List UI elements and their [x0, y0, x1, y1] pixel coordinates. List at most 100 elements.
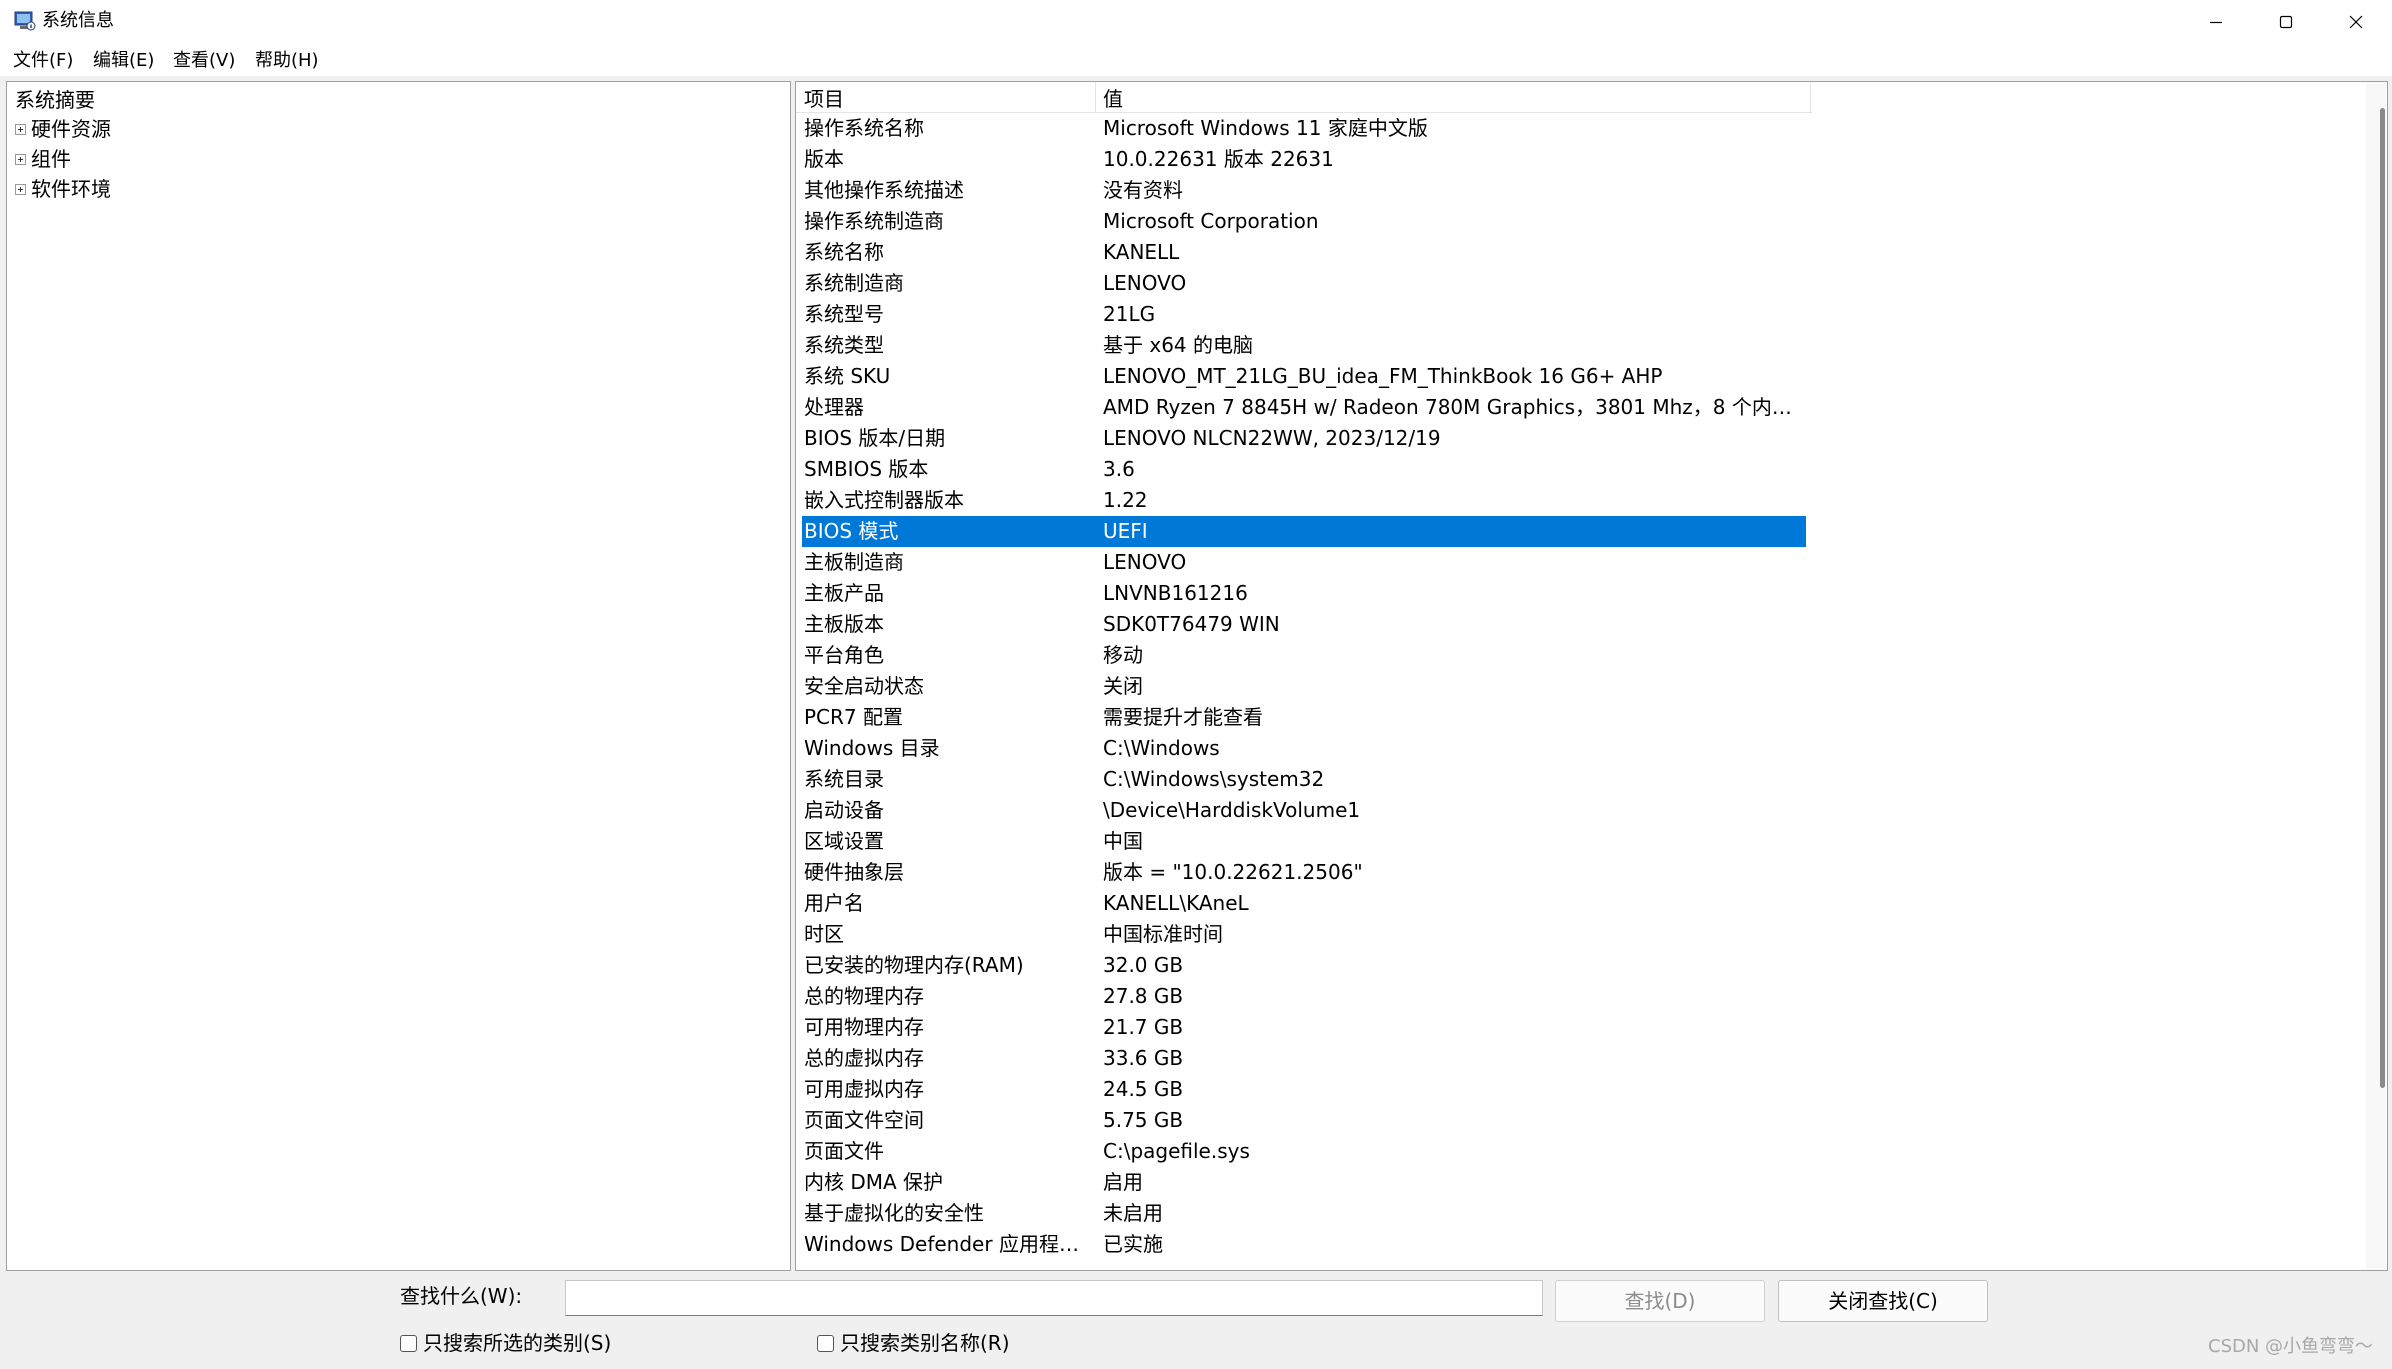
- row-value: KANELL: [1103, 240, 1180, 264]
- table-row[interactable]: 硬件抽象层 版本 = "10.0.22621.2506": [796, 857, 1812, 888]
- minimize-icon: [2210, 21, 2222, 24]
- row-item: 系统类型: [804, 333, 884, 357]
- close-button[interactable]: [2320, 0, 2392, 44]
- search-category-names-option[interactable]: 只搜索类别名称(R): [817, 1330, 1010, 1356]
- table-row[interactable]: 安全启动状态 关闭: [796, 671, 1812, 702]
- table-row[interactable]: 主板产品 LNVNB161216: [796, 578, 1812, 609]
- row-item: Windows Defender 应用程序...: [804, 1232, 1092, 1256]
- table-row[interactable]: 操作系统名称 Microsoft Windows 11 家庭中文版: [796, 113, 1812, 144]
- row-value: 版本 = "10.0.22621.2506": [1103, 860, 1363, 884]
- table-row[interactable]: 总的虚拟内存 33.6 GB: [796, 1043, 1812, 1074]
- row-item: 硬件抽象层: [804, 860, 904, 884]
- table-row[interactable]: 操作系统制造商 Microsoft Corporation: [796, 206, 1812, 237]
- table-row[interactable]: Windows Defender 应用程序... 已实施: [796, 1229, 1812, 1260]
- row-item: 其他操作系统描述: [804, 178, 964, 202]
- expand-plus-icon[interactable]: [15, 123, 26, 135]
- minimize-button[interactable]: [2180, 0, 2252, 44]
- table-row[interactable]: 处理器 AMD Ryzen 7 8845H w/ Radeon 780M Grap…: [796, 392, 1812, 423]
- tree-item-system-summary[interactable]: 系统摘要: [15, 87, 95, 113]
- table-row[interactable]: 主板制造商 LENOVO: [796, 547, 1812, 578]
- row-item: 系统目录: [804, 767, 884, 791]
- tree-item-components[interactable]: 组件: [15, 146, 71, 172]
- table-row[interactable]: 平台角色 移动: [796, 640, 1812, 671]
- row-value: 中国标准时间: [1103, 922, 1223, 946]
- menu-edit[interactable]: 编辑(E): [93, 49, 154, 73]
- list-rows: 操作系统名称 Microsoft Windows 11 家庭中文版 版本 10.0.2…: [796, 113, 1812, 1260]
- table-row[interactable]: 系统类型 基于 x64 的电脑: [796, 330, 1812, 361]
- table-row[interactable]: 启动设备 \Device\HarddiskVolume1: [796, 795, 1812, 826]
- table-row[interactable]: 其他操作系统描述 没有资料: [796, 175, 1812, 206]
- table-row[interactable]: 页面文件空间 5.75 GB: [796, 1105, 1812, 1136]
- menu-file[interactable]: 文件(F): [13, 49, 73, 73]
- title-bar[interactable]: 系统信息: [0, 0, 2392, 46]
- table-row[interactable]: 系统目录 C:\Windows\system32: [796, 764, 1812, 795]
- find-button[interactable]: 查找(D): [1555, 1280, 1765, 1322]
- column-header-item[interactable]: 项目: [804, 82, 844, 112]
- row-item: 平台角色: [804, 643, 884, 667]
- maximize-button[interactable]: [2250, 0, 2322, 44]
- find-input[interactable]: [565, 1280, 1543, 1316]
- search-selected-category-option[interactable]: 只搜索所选的类别(S): [400, 1330, 611, 1356]
- row-item: 嵌入式控制器版本: [804, 488, 964, 512]
- table-row[interactable]: 可用虚拟内存 24.5 GB: [796, 1074, 1812, 1105]
- column-divider[interactable]: [1095, 82, 1096, 112]
- table-row[interactable]: BIOS 模式 UEFI: [802, 516, 1806, 547]
- scrollbar-thumb[interactable]: [2380, 108, 2385, 1088]
- category-tree[interactable]: 系统摘要 硬件资源 组件 软件环境: [6, 81, 791, 1271]
- row-item: 已安装的物理内存(RAM): [804, 953, 1024, 977]
- checkbox[interactable]: [817, 1334, 834, 1352]
- table-row[interactable]: 可用物理内存 21.7 GB: [796, 1012, 1812, 1043]
- table-row[interactable]: 主板版本 SDK0T76479 WIN: [796, 609, 1812, 640]
- row-item: 系统型号: [804, 302, 884, 326]
- table-row[interactable]: 版本 10.0.22631 版本 22631: [796, 144, 1812, 175]
- table-row[interactable]: 内核 DMA 保护 启用: [796, 1167, 1812, 1198]
- close-icon: [2349, 15, 2363, 29]
- menu-view[interactable]: 查看(V): [173, 49, 235, 73]
- checkbox[interactable]: [400, 1334, 417, 1352]
- table-row[interactable]: 总的物理内存 27.8 GB: [796, 981, 1812, 1012]
- table-row[interactable]: 用户名 KANELL\KAneL: [796, 888, 1812, 919]
- watermark: CSDN @小鱼弯弯～: [2208, 1336, 2374, 1357]
- table-row[interactable]: SMBIOS 版本 3.6: [796, 454, 1812, 485]
- column-divider[interactable]: [1810, 82, 1811, 112]
- row-value: \Device\HarddiskVolume1: [1103, 798, 1361, 822]
- close-find-button[interactable]: 关闭查找(C): [1778, 1280, 1988, 1322]
- table-row[interactable]: 基于虚拟化的安全性 未启用: [796, 1198, 1812, 1229]
- table-row[interactable]: 系统制造商 LENOVO: [796, 268, 1812, 299]
- row-value: 27.8 GB: [1103, 984, 1184, 1008]
- table-row[interactable]: 嵌入式控制器版本 1.22: [796, 485, 1812, 516]
- row-value: C:\Windows\system32: [1103, 767, 1325, 791]
- row-value: 24.5 GB: [1103, 1077, 1184, 1101]
- expand-plus-icon[interactable]: [15, 153, 26, 165]
- row-value: 启用: [1103, 1170, 1143, 1194]
- find-label: 查找什么(W):: [400, 1284, 523, 1308]
- row-item: 主板产品: [804, 581, 884, 605]
- table-row[interactable]: 系统名称 KANELL: [796, 237, 1812, 268]
- expand-plus-icon[interactable]: [15, 183, 26, 195]
- table-row[interactable]: Windows 目录 C:\Windows: [796, 733, 1812, 764]
- row-value: SDK0T76479 WIN: [1103, 612, 1280, 636]
- tree-item-hardware-resources[interactable]: 硬件资源: [15, 116, 111, 142]
- row-value: 32.0 GB: [1103, 953, 1184, 977]
- row-value: 5.75 GB: [1103, 1108, 1184, 1132]
- menu-help[interactable]: 帮助(H): [255, 49, 319, 73]
- table-row[interactable]: 已安装的物理内存(RAM) 32.0 GB: [796, 950, 1812, 981]
- find-bar: 查找什么(W): 查找(D) 关闭查找(C) 只搜索所选的类别(S) 只搜索类别…: [0, 1272, 2392, 1369]
- table-row[interactable]: BIOS 版本/日期 LENOVO NLCN22WW, 2023/12/19: [796, 423, 1812, 454]
- row-item: 系统 SKU: [804, 364, 891, 388]
- table-row[interactable]: 区域设置 中国: [796, 826, 1812, 857]
- row-value: 21LG: [1103, 302, 1156, 326]
- table-row[interactable]: 时区 中国标准时间: [796, 919, 1812, 950]
- vertical-scrollbar[interactable]: [2366, 82, 2386, 1270]
- table-row[interactable]: 页面文件 C:\pagefile.sys: [796, 1136, 1812, 1167]
- table-row[interactable]: 系统型号 21LG: [796, 299, 1812, 330]
- table-row[interactable]: 系统 SKU LENOVO_MT_21LG_BU_idea_FM_ThinkBoo…: [796, 361, 1812, 392]
- row-value: KANELL\KAneL: [1103, 891, 1249, 915]
- details-list[interactable]: 项目 值 操作系统名称 Microsoft Windows 11 家庭中文版 版本 1…: [795, 81, 2388, 1271]
- row-item: 系统制造商: [804, 271, 904, 295]
- tree-item-software-environment[interactable]: 软件环境: [15, 176, 111, 202]
- column-header-value[interactable]: 值: [1103, 82, 1123, 112]
- menu-bar: 文件(F) 编辑(E) 查看(V) 帮助(H): [0, 46, 2392, 76]
- table-row[interactable]: PCR7 配置 需要提升才能查看: [796, 702, 1812, 733]
- row-value: LENOVO: [1103, 271, 1187, 295]
